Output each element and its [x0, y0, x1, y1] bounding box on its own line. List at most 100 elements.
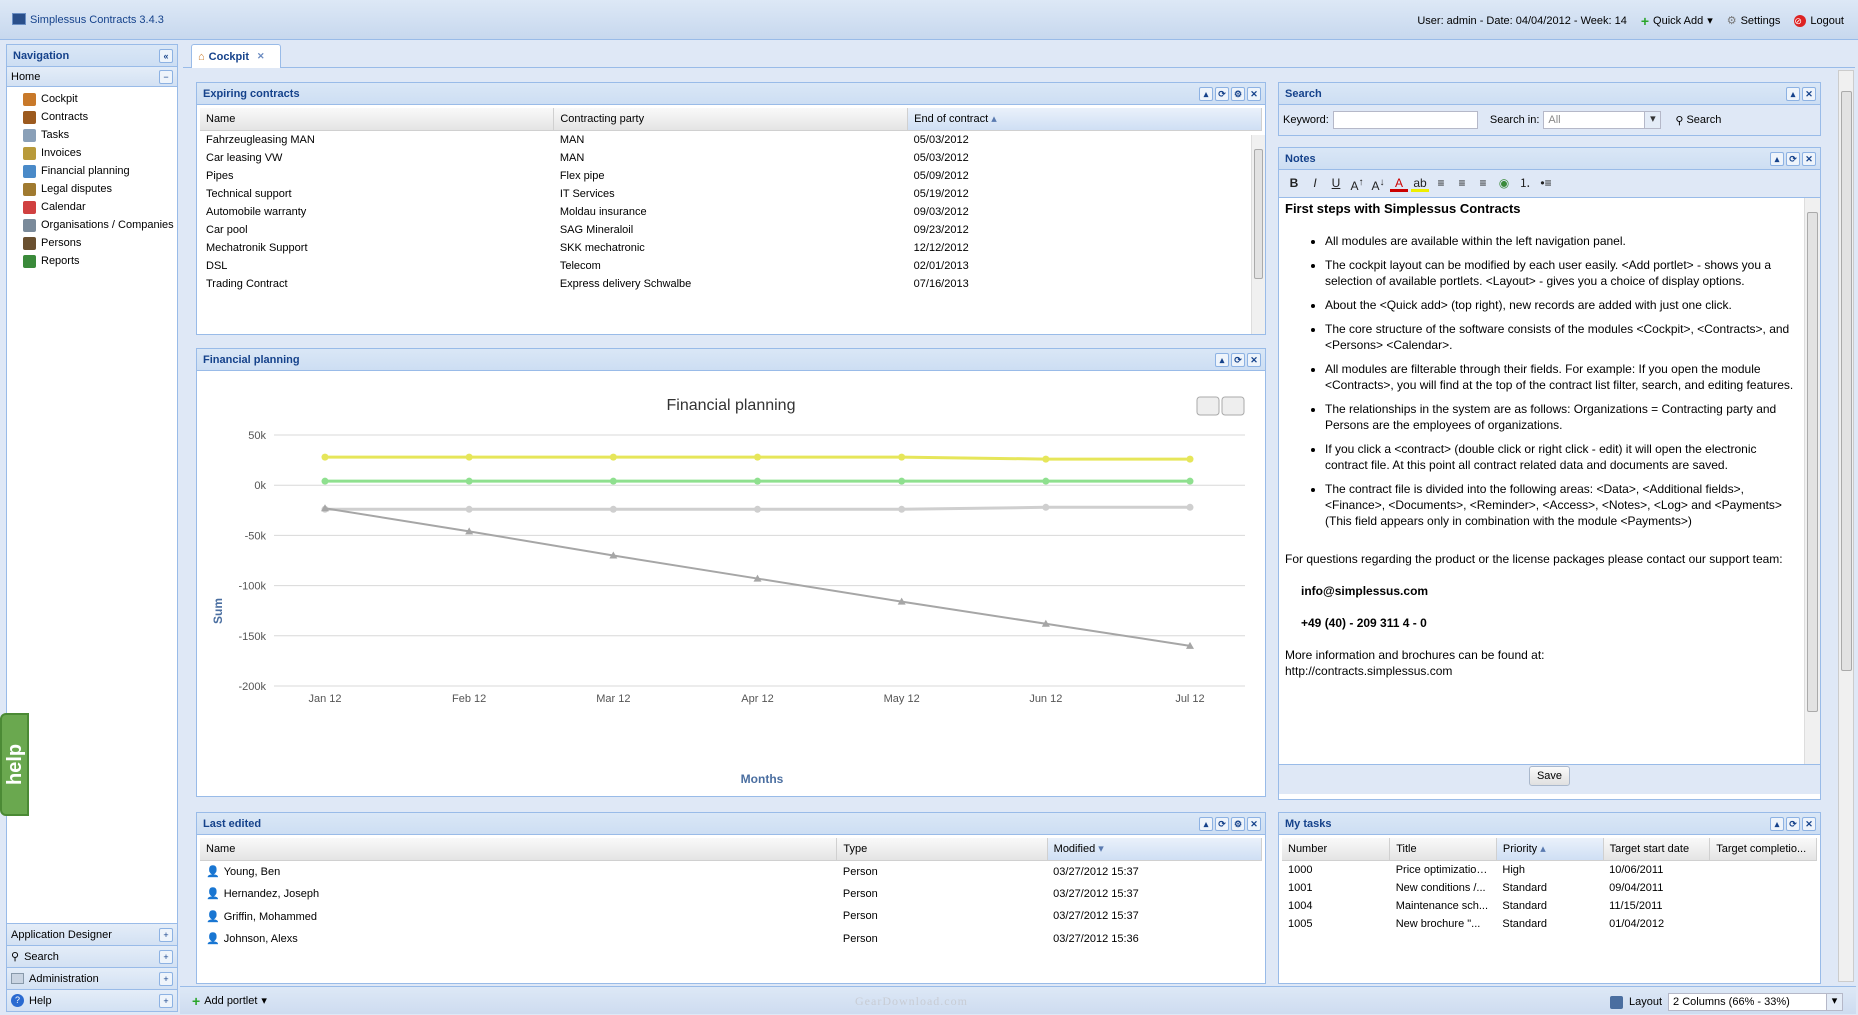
table-row[interactable]: Pipes Flex pipe 05/09/2012	[200, 167, 1262, 185]
data-point[interactable]	[1042, 477, 1050, 485]
align-right-icon[interactable]: ≡	[1474, 174, 1492, 192]
ordered-list-icon[interactable]: ⒈	[1516, 174, 1534, 192]
column-header-name[interactable]: Name	[200, 838, 838, 861]
table-row[interactable]: Car pool SAG Mineraloil 09/23/2012	[200, 221, 1262, 239]
notes-url[interactable]: http://contracts.simplessus.com	[1285, 663, 1798, 679]
expand-icon[interactable]: +	[159, 928, 173, 942]
column-header-name[interactable]: Name	[200, 108, 555, 131]
data-point[interactable]	[609, 477, 617, 485]
table-row[interactable]: 👤 Griffin, Mohammed Person 03/27/2012 15:37	[200, 905, 1262, 928]
nav-section-search[interactable]: ⚲ Search +	[7, 945, 177, 967]
table-row[interactable]: Fahrzeugleasing MAN MAN 05/03/2012	[200, 130, 1262, 149]
data-point[interactable]	[609, 505, 617, 513]
data-point[interactable]	[609, 453, 617, 461]
table-row[interactable]: 1005 New brochure "... Standard 01/04/2012	[1282, 915, 1817, 933]
sidebar-item-reports[interactable]: Reports	[7, 252, 177, 270]
data-point[interactable]	[321, 477, 329, 485]
print-icon[interactable]	[1196, 396, 1220, 416]
collapse-icon[interactable]: ▴	[1770, 152, 1784, 166]
sidebar-item-financial-planning[interactable]: Financial planning	[7, 162, 177, 180]
logout-button[interactable]: ⊘ Logout	[1794, 14, 1844, 27]
notes-editor[interactable]: First steps with Simplessus Contracts Al…	[1279, 198, 1820, 764]
table-row[interactable]: Car leasing VW MAN 05/03/2012	[200, 149, 1262, 167]
grid-scrollbar[interactable]	[1251, 135, 1265, 334]
sidebar-item-calendar[interactable]: Calendar	[7, 198, 177, 216]
close-icon[interactable]: ✕	[1802, 152, 1816, 166]
align-center-icon[interactable]: ≡	[1453, 174, 1471, 192]
sidebar-item-invoices[interactable]: Invoices	[7, 144, 177, 162]
table-row[interactable]: 👤 Johnson, Alexs Person 03/27/2012 15:36	[200, 928, 1262, 951]
page-scrollbar[interactable]	[1838, 70, 1854, 982]
data-point[interactable]	[754, 505, 761, 513]
close-icon[interactable]: ✕	[1247, 817, 1261, 831]
keyword-input[interactable]	[1332, 111, 1478, 129]
table-row[interactable]: Mechatronik Support SKK mechatronic 12/12/…	[200, 239, 1262, 257]
table-row[interactable]: DSL Telecom 02/01/2013	[200, 257, 1262, 275]
highlight-icon[interactable]: ab	[1411, 174, 1429, 192]
search-button[interactable]: ⚲ Search	[1675, 114, 1721, 127]
nav-section-application-designer[interactable]: Application Designer +	[7, 923, 177, 945]
close-icon[interactable]: ✕	[1247, 87, 1261, 101]
collapse-icon[interactable]: ▴	[1770, 817, 1784, 831]
expand-icon[interactable]: +	[159, 950, 173, 964]
refresh-icon[interactable]: ⟳	[1786, 817, 1800, 831]
italic-icon[interactable]: I	[1306, 174, 1324, 192]
nav-section-help[interactable]: ? Help +	[7, 989, 177, 1011]
column-header-end-of-contract[interactable]: End of contract ▴	[907, 108, 1262, 131]
table-row[interactable]: 1000 Price optimization... High 10/06/2011	[1282, 860, 1817, 879]
nav-home-header[interactable]: Home −	[7, 67, 177, 87]
column-header-priority[interactable]: Priority ▴	[1496, 838, 1604, 861]
expand-icon[interactable]: +	[159, 972, 173, 986]
table-row[interactable]: 👤 Hernandez, Joseph Person 03/27/2012 15:37	[200, 883, 1262, 906]
link-icon[interactable]: ◉	[1495, 174, 1513, 192]
data-point[interactable]	[754, 453, 761, 461]
table-row[interactable]: Automobile warranty Moldau insurance 09/03…	[200, 203, 1262, 221]
collapse-icon[interactable]: −	[159, 70, 173, 84]
nav-section-administration[interactable]: Administration +	[7, 967, 177, 989]
align-left-icon[interactable]: ≡	[1432, 174, 1450, 192]
column-header-modified[interactable]: Modified ▾	[1047, 838, 1263, 861]
data-point[interactable]	[465, 477, 473, 485]
bold-icon[interactable]: B	[1285, 174, 1303, 192]
quick-add-button[interactable]: + Quick Add ▾	[1641, 14, 1713, 28]
layout-select[interactable]: 2 Columns (66% - 33%) ▾	[1668, 993, 1844, 1011]
settings-icon[interactable]: ⚙	[1231, 87, 1245, 101]
data-point[interactable]	[1042, 503, 1050, 511]
table-row[interactable]: Technical support IT Services 05/19/2012	[200, 185, 1262, 203]
collapse-icon[interactable]: ▴	[1199, 87, 1213, 101]
underline-icon[interactable]: U	[1327, 174, 1345, 192]
expand-icon[interactable]: +	[159, 994, 173, 1008]
data-point[interactable]	[465, 453, 473, 461]
data-point[interactable]	[1186, 503, 1194, 511]
close-icon[interactable]: ✕	[1802, 817, 1816, 831]
shrink-font-icon[interactable]: A↓	[1369, 174, 1387, 193]
data-point[interactable]	[1186, 477, 1194, 485]
sidebar-item-legal-disputes[interactable]: Legal disputes	[7, 180, 177, 198]
column-header-title[interactable]: Title	[1389, 838, 1497, 861]
settings-button[interactable]: ⚙ Settings	[1727, 14, 1781, 28]
data-point[interactable]	[321, 453, 329, 461]
tab-cockpit[interactable]: ⌂ Cockpit ✕	[191, 44, 281, 68]
refresh-icon[interactable]: ⟳	[1215, 87, 1229, 101]
data-point[interactable]	[1186, 455, 1194, 463]
table-row[interactable]: 1001 New conditions /... Standard 09/04/201…	[1282, 879, 1817, 897]
unordered-list-icon[interactable]: •≡	[1537, 174, 1555, 192]
refresh-icon[interactable]: ⟳	[1231, 353, 1245, 367]
search-in-select[interactable]: All ▾	[1543, 111, 1662, 129]
close-icon[interactable]: ✕	[1247, 353, 1261, 367]
grow-font-icon[interactable]: A↑	[1348, 174, 1366, 193]
settings-icon[interactable]: ⚙	[1231, 817, 1245, 831]
collapse-icon[interactable]: ▴	[1786, 87, 1800, 101]
font-color-icon[interactable]: A	[1390, 174, 1408, 192]
collapse-icon[interactable]: ▴	[1199, 817, 1213, 831]
column-header-contracting-party[interactable]: Contracting party	[553, 108, 909, 131]
close-icon[interactable]: ✕	[1802, 87, 1816, 101]
data-point[interactable]	[898, 505, 906, 513]
sidebar-item-organisations-companies[interactable]: Organisations / Companies	[7, 216, 177, 234]
data-point[interactable]	[465, 505, 473, 513]
sidebar-item-tasks[interactable]: Tasks	[7, 126, 177, 144]
collapse-left-icon[interactable]: «	[159, 49, 173, 63]
close-tab-icon[interactable]: ✕	[257, 51, 265, 62]
save-disk-icon[interactable]	[1610, 995, 1623, 1009]
data-point[interactable]	[754, 477, 761, 485]
